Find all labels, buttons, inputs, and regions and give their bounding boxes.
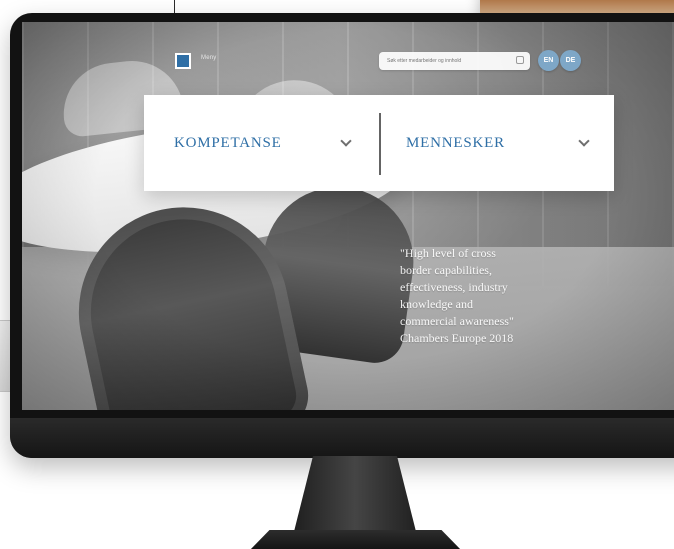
kompetanse-title[interactable]: KOMPETANSE xyxy=(174,135,282,152)
mennesker-dropdown[interactable]: MENNESKER xyxy=(382,95,614,191)
category-panel: KOMPETANSE MENNESKER xyxy=(144,95,614,191)
menu-icon[interactable] xyxy=(175,53,191,69)
monitor-stand-neck xyxy=(293,456,417,534)
testimonial-quote: "High level of cross border capabilities… xyxy=(400,246,514,345)
product-mockup: Meny EN DE KOMPETANSE MENNESKER "High le… xyxy=(0,0,674,549)
panel-divider xyxy=(379,113,381,175)
mennesker-title[interactable]: MENNESKER xyxy=(406,135,505,152)
monitor-screen: Meny EN DE KOMPETANSE MENNESKER "High le… xyxy=(22,22,674,410)
language-en-button[interactable]: EN xyxy=(538,50,559,71)
language-de-button[interactable]: DE xyxy=(560,50,581,71)
menu-label[interactable]: Meny xyxy=(201,55,216,61)
monitor-stand-base xyxy=(248,530,463,549)
chevron-down-icon[interactable] xyxy=(340,135,352,147)
search-bar[interactable] xyxy=(379,52,530,70)
chevron-down-icon[interactable] xyxy=(578,135,590,147)
monitor-chin xyxy=(10,418,674,458)
kompetanse-dropdown[interactable]: KOMPETANSE xyxy=(144,95,376,191)
search-icon[interactable] xyxy=(516,56,524,64)
search-input[interactable] xyxy=(385,53,517,69)
